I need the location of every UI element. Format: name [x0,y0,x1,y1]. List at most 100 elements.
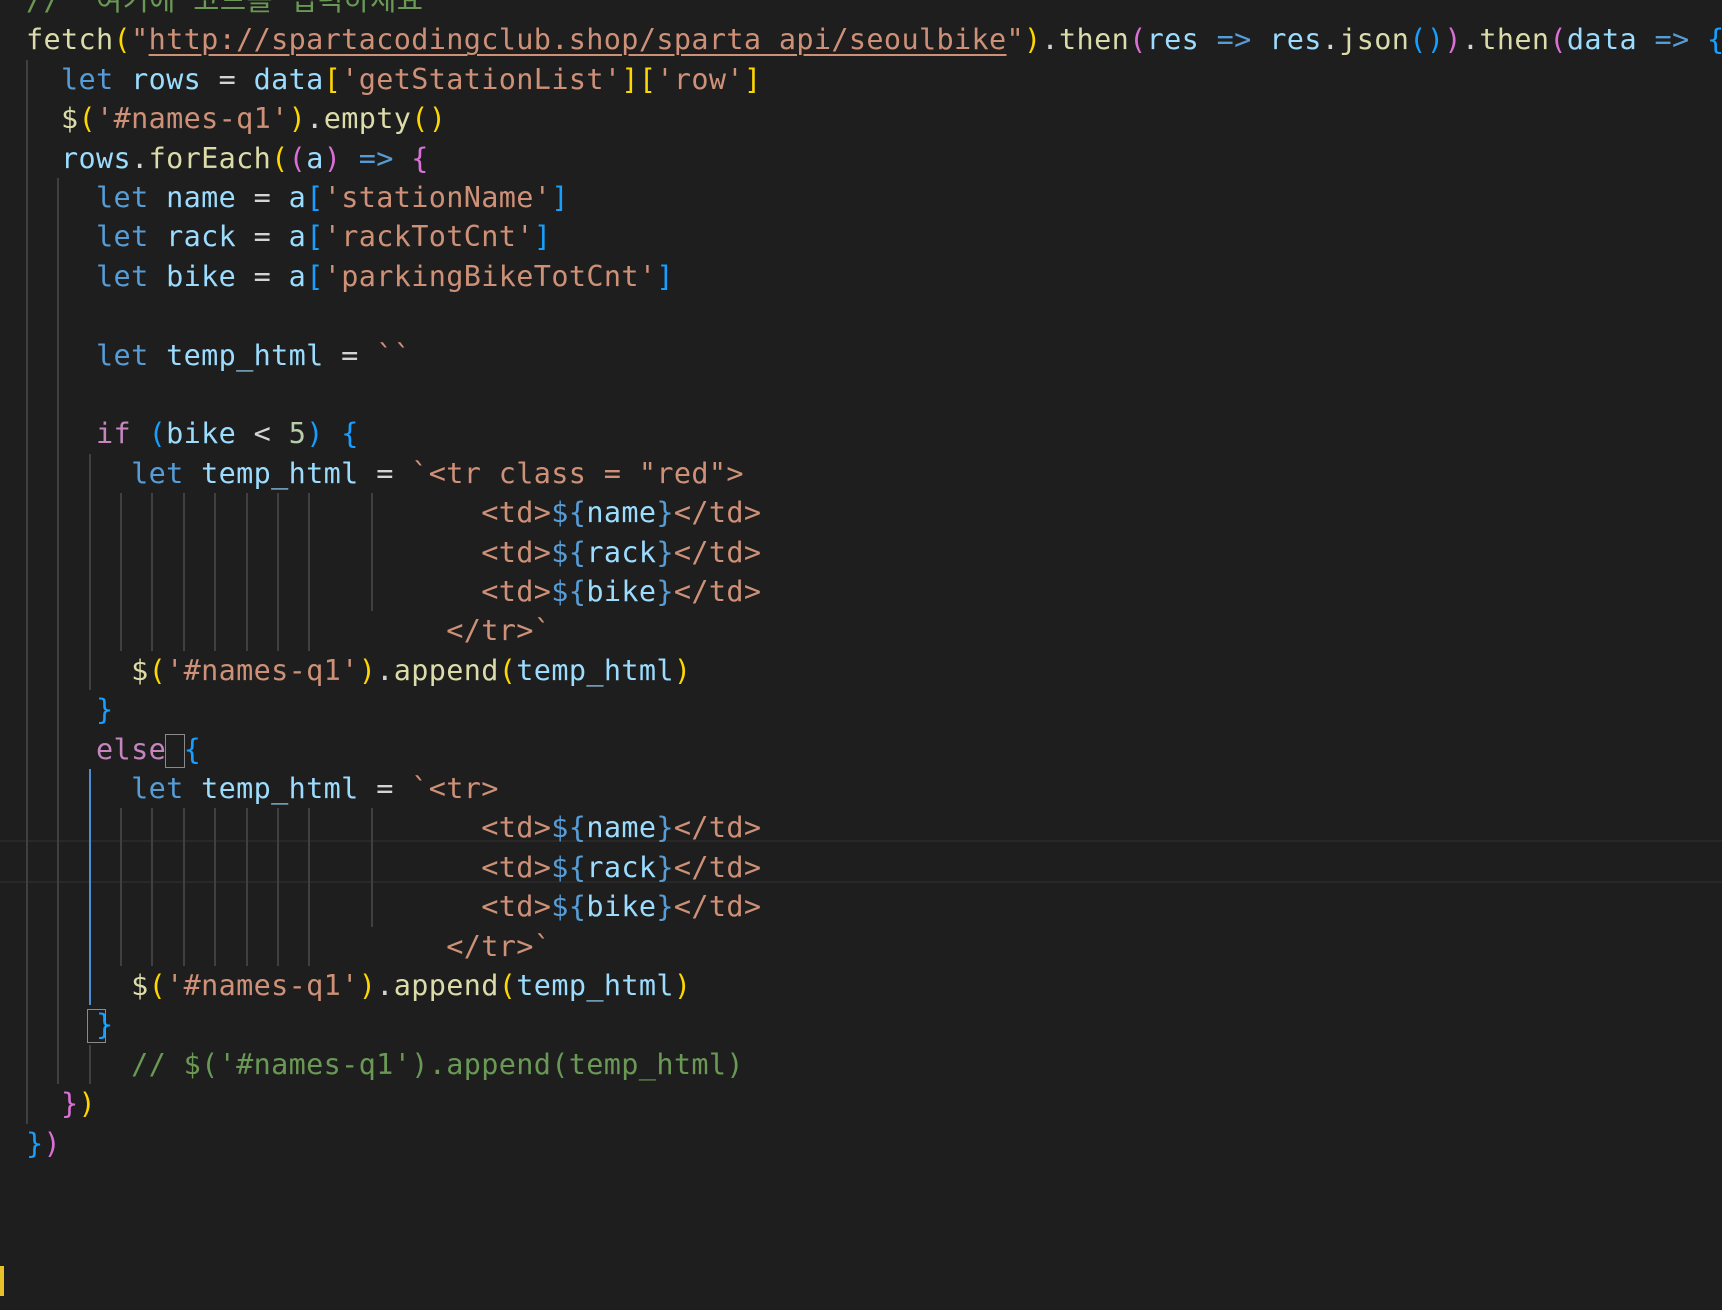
code-token: ( [1409,23,1427,57]
code-token: ] [533,220,552,254]
code-token: } [96,693,114,727]
code-line[interactable]: <td>${name}</td> [26,806,1722,849]
code-token: ) [358,969,377,1002]
code-token: ) [43,1126,62,1160]
code-line[interactable]: <td>${bike}</td> [26,570,1722,613]
code-line[interactable]: $('#names-q1').append(temp_html) [26,964,1722,1007]
code-line[interactable]: let bike = a['parkingBikeTotCnt'] [26,255,1722,298]
code-token: ) [428,102,447,136]
code-token: then [1479,23,1550,57]
code-line[interactable]: $('#names-q1').append(temp_html) [26,649,1722,692]
code-line[interactable]: // $('#names-q1').append(temp_html) [26,1043,1722,1086]
code-token: } [656,811,674,845]
code-line[interactable]: let temp_html = `<tr> [26,767,1722,810]
code-token: ) [1426,23,1445,57]
code-line[interactable]: let rack = a['rackTotCnt'] [26,215,1722,258]
code-token: ${ [551,850,587,884]
code-token: { [341,417,359,451]
bracket-match-close [86,1009,107,1044]
code-token: let [96,181,149,214]
code-token: name [166,181,237,214]
code-line[interactable]: } [26,1003,1722,1046]
code-token: res [1146,23,1200,57]
code-token: = [236,259,289,293]
code-token: 'rackTotCnt' [323,220,534,254]
code-token: ( [148,653,167,687]
code-token: let [96,220,149,254]
code-token: ${ [551,575,587,608]
code-token: </td> [673,575,762,608]
code-token: < [236,417,289,451]
code-line[interactable]: } [26,688,1722,731]
code-token: json [1339,23,1410,57]
code-token: ) [288,102,307,136]
code-token: } [656,575,674,608]
code-token: append [393,969,499,1002]
code-line[interactable]: let rows = data['getStationList']['row'] [26,58,1722,101]
code-token: bike [166,259,237,293]
code-editor[interactable]: // 여기에 코드를 입력하세요 fetch("http://spartacodi… [0,0,1722,1310]
code-token: ${ [551,890,587,924]
code-line[interactable]: <td>${rack}</td> [26,846,1722,889]
code-line[interactable]: <td>${bike}</td> [26,885,1722,928]
code-token: ( [148,417,167,451]
code-line[interactable]: if (bike < 5) { [26,412,1722,455]
code-token: 'parkingBikeTotCnt' [323,259,657,293]
code-token: { [1707,23,1722,56]
code-token: [ [306,220,324,254]
code-token: </td> [673,850,762,884]
code-token: 'getStationList' [341,62,622,96]
code-token: $ [131,969,149,1002]
code-token: $ [131,653,149,687]
code-line[interactable]: </tr>` [26,609,1722,652]
code-token: rows [61,141,132,175]
code-token: . [1461,23,1480,57]
code-line[interactable]: else { [26,728,1722,771]
code-line[interactable] [26,373,1722,416]
code-token: rack [166,220,237,254]
code-token: ( [113,23,132,57]
code-line[interactable]: <td>${name}</td> [26,491,1722,534]
code-line[interactable]: </tr>` [26,925,1722,968]
code-line[interactable]: rows.forEach((a) => { [26,137,1722,180]
code-line[interactable]: }) [26,1122,1722,1165]
code-line[interactable]: let temp_html = `<tr class = "red"> [26,452,1722,495]
code-token: { [411,141,429,175]
code-token: => [1654,23,1690,57]
code-line[interactable]: fetch("http://spartacodingclub.shop/spar… [26,18,1722,61]
code-token: let [96,338,149,372]
code-token: `` [376,338,412,372]
code-token: => [1216,23,1252,57]
code-token: a [288,259,307,293]
code-token: temp_html [516,653,674,687]
code-token: ( [411,102,429,136]
code-token: $ [61,102,79,136]
code-line[interactable] [26,294,1722,337]
code-line[interactable]: }) [26,1082,1722,1125]
code-token: ${ [551,496,587,530]
code-token: ${ [551,535,587,569]
code-line[interactable]: let name = a['stationName'] [26,176,1722,219]
code-token: bike [166,417,237,451]
code-token: data [1566,23,1637,57]
code-token: let [131,772,184,805]
code-token: . [1041,23,1060,57]
code-line[interactable]: let temp_html = `` [26,334,1722,377]
code-token: temp_html [201,456,359,490]
code-token: } [656,850,674,884]
code-line[interactable]: <td>${rack}</td> [26,531,1722,574]
code-line[interactable]: $('#names-q1').empty() [26,97,1722,140]
